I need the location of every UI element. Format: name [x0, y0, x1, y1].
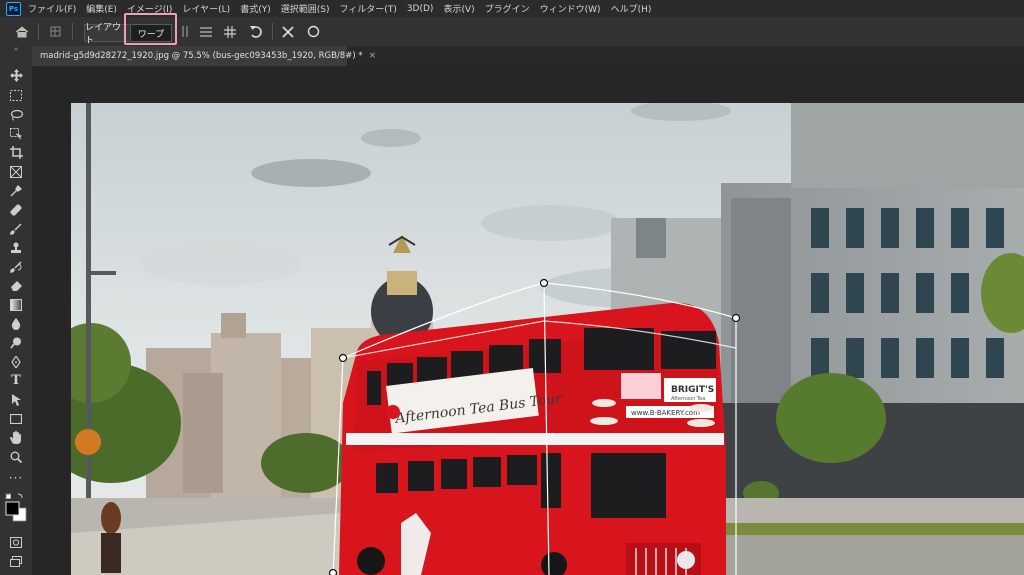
- photo-image: Afternoon Tea Bus Tour BRIGIT'S Afternoo…: [71, 103, 1024, 575]
- horizontal-split-icon[interactable]: [198, 17, 214, 46]
- document-canvas[interactable]: Afternoon Tea Bus Tour BRIGIT'S Afternoo…: [71, 103, 1024, 575]
- document-tab-title: madrid-g5d9d28272_1920.jpg @ 75.5% (bus-…: [40, 51, 363, 61]
- clone-stamp-tool-icon[interactable]: [5, 238, 27, 257]
- rectangle-tool-icon[interactable]: [5, 409, 27, 428]
- separator: [272, 23, 273, 40]
- path-select-tool-icon[interactable]: [5, 390, 27, 409]
- commit-icon[interactable]: [305, 17, 321, 46]
- canvas-area[interactable]: Afternoon Tea Bus Tour BRIGIT'S Afternoo…: [33, 66, 1024, 575]
- transform-mode-icon[interactable]: [46, 17, 64, 46]
- tool-panel: » T ···: [0, 44, 33, 575]
- bus-brand-text: BRIGIT'S: [671, 385, 714, 395]
- blur-tool-icon[interactable]: [5, 314, 27, 333]
- brush-tool-icon[interactable]: [5, 219, 27, 238]
- menu-edit[interactable]: 編集(E): [86, 2, 117, 15]
- menu-view[interactable]: 表示(V): [443, 2, 474, 15]
- collapse-panel-icon[interactable]: »: [5, 44, 27, 54]
- type-tool-icon[interactable]: T: [5, 371, 27, 390]
- menu-plugins[interactable]: プラグイン: [485, 2, 530, 15]
- bus-layer: Afternoon Tea Bus Tour BRIGIT'S Afternoo…: [339, 302, 726, 575]
- dodge-tool-icon[interactable]: [5, 333, 27, 352]
- close-tab-icon[interactable]: ×: [369, 51, 377, 61]
- marquee-tool-icon[interactable]: [5, 86, 27, 105]
- grid-split-icon[interactable]: [222, 17, 238, 46]
- healing-brush-tool-icon[interactable]: [5, 200, 27, 219]
- document-tab[interactable]: madrid-g5d9d28272_1920.jpg @ 75.5% (bus-…: [32, 46, 376, 66]
- separator: [38, 23, 39, 40]
- vertical-split-icon[interactable]: [178, 17, 192, 46]
- pen-tool-icon[interactable]: [5, 352, 27, 371]
- gradient-tool-icon[interactable]: [5, 295, 27, 314]
- hand-tool-icon[interactable]: [5, 428, 27, 447]
- object-select-tool-icon[interactable]: [5, 124, 27, 143]
- eyedropper-tool-icon[interactable]: [5, 181, 27, 200]
- crop-tool-icon[interactable]: [5, 143, 27, 162]
- menu-file[interactable]: ファイル(F): [28, 2, 76, 15]
- color-swatches-icon[interactable]: [5, 490, 27, 526]
- menu-type[interactable]: 書式(Y): [240, 2, 271, 15]
- zoom-tool-icon[interactable]: [5, 447, 27, 466]
- bus-brand-sub-text: Afternoon Tea: [671, 396, 705, 402]
- screen-mode-icon[interactable]: [5, 552, 27, 571]
- eraser-tool-icon[interactable]: [5, 276, 27, 295]
- lasso-tool-icon[interactable]: [5, 105, 27, 124]
- frame-tool-icon[interactable]: [5, 162, 27, 181]
- menu-layer[interactable]: レイヤー(L): [182, 2, 230, 15]
- menu-3d[interactable]: 3D(D): [407, 4, 434, 14]
- warp-highlight-annotation: [124, 13, 177, 45]
- cancel-icon[interactable]: [280, 17, 296, 46]
- home-icon[interactable]: [12, 17, 32, 46]
- bus-url-text: www.B-BAKERY.com: [631, 409, 700, 417]
- menu-filter[interactable]: フィルター(T): [339, 2, 396, 15]
- move-tool-icon[interactable]: [5, 66, 27, 85]
- history-brush-tool-icon[interactable]: [5, 257, 27, 276]
- reset-rotate-icon[interactable]: [247, 17, 265, 46]
- more-tools-icon[interactable]: ···: [5, 468, 27, 487]
- menu-help[interactable]: ヘルプ(H): [611, 2, 652, 15]
- photoshop-logo: Ps: [6, 1, 21, 16]
- document-tab-bar: madrid-g5d9d28272_1920.jpg @ 75.5% (bus-…: [32, 46, 1024, 66]
- menu-select[interactable]: 選択範囲(S): [281, 2, 330, 15]
- layout-button[interactable]: レイアウト: [84, 23, 129, 46]
- quick-mask-icon[interactable]: [5, 533, 27, 552]
- menu-window[interactable]: ウィンドウ(W): [540, 2, 601, 15]
- separator: [72, 23, 73, 40]
